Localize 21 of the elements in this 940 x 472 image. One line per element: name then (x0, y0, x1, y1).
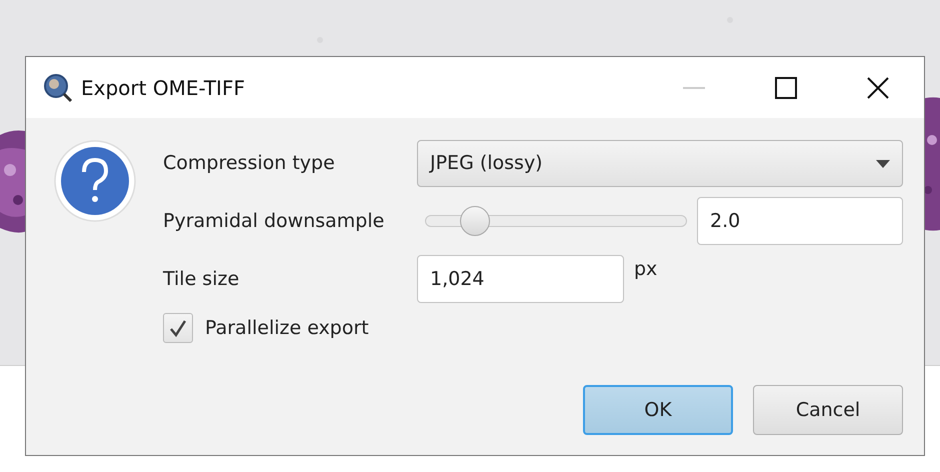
field-label: Compression type (163, 151, 336, 176)
dialog-button[interactable]: OK (583, 385, 733, 435)
tile-size-field[interactable]: 1,024 (417, 255, 624, 303)
maximize-icon (775, 76, 797, 98)
compression-dropdown[interactable]: JPEG (lossy) (417, 140, 903, 187)
field-label: Pyramidal downsample (163, 208, 386, 234)
close-icon (867, 76, 889, 98)
dialog-button[interactable]: Cancel (753, 385, 903, 435)
check-icon (168, 318, 188, 338)
window-title: Export OME-TIFF (81, 74, 246, 102)
caret-icon (876, 160, 890, 168)
unit-label: px (634, 257, 658, 282)
slider-thumb[interactable] (460, 206, 490, 236)
checkbox-label: Parallelize export (205, 316, 369, 341)
downsample-field[interactable]: 2.0 (697, 197, 903, 245)
app-logo-icon (43, 72, 73, 102)
question-icon (54, 140, 136, 222)
checkbox[interactable] (163, 313, 193, 343)
slider-track[interactable] (425, 205, 687, 237)
field-label: Tile size (163, 266, 240, 292)
minimize-icon (683, 86, 705, 90)
